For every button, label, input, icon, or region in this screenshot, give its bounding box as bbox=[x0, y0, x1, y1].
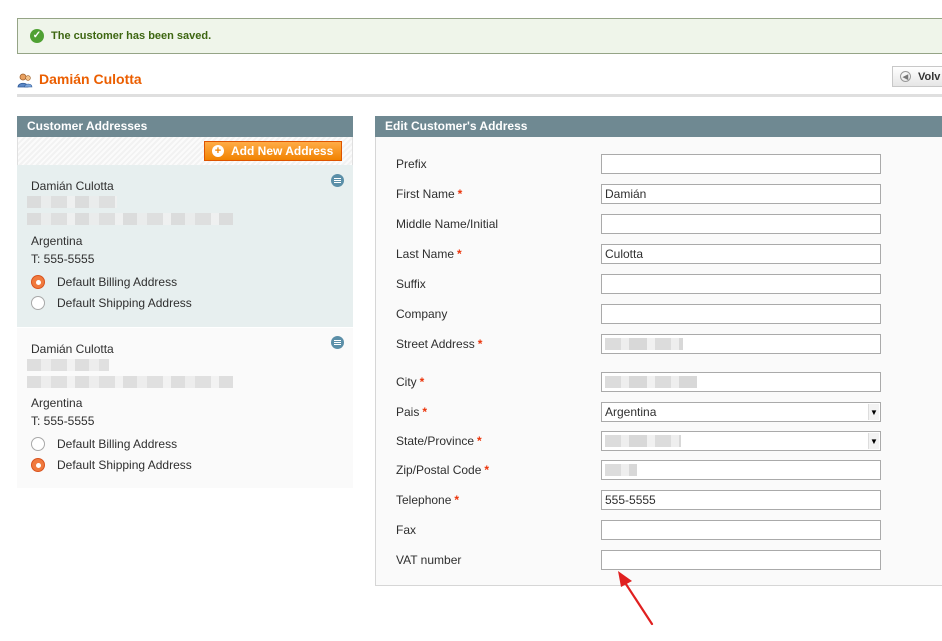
chevron-down-icon[interactable]: ▼ bbox=[868, 433, 879, 449]
street-address-input[interactable] bbox=[601, 334, 881, 354]
zip-label: Zip/Postal Code * bbox=[396, 463, 490, 477]
back-arrow-icon: ◀ bbox=[900, 71, 911, 82]
edit-address-form bbox=[375, 137, 942, 586]
address-card[interactable]: Damián Culotta Argentina T: 555-5555 Def… bbox=[17, 165, 353, 327]
page-title: Damián Culotta bbox=[39, 71, 142, 87]
address-name: Damián Culotta bbox=[31, 342, 114, 356]
redacted-street-line bbox=[27, 359, 109, 371]
default-billing-label: Default Billing Address bbox=[57, 275, 178, 289]
address-options-icon[interactable] bbox=[331, 336, 344, 349]
address-name: Damián Culotta bbox=[31, 179, 114, 193]
redacted-city-line bbox=[27, 213, 233, 225]
back-button-label: Volv bbox=[918, 70, 941, 83]
zip-input[interactable] bbox=[601, 460, 881, 480]
default-shipping-option[interactable]: Default Shipping Address bbox=[31, 296, 192, 310]
default-shipping-option[interactable]: Default Shipping Address bbox=[31, 458, 192, 472]
default-shipping-label: Default Shipping Address bbox=[57, 296, 192, 310]
redacted-street-value bbox=[605, 338, 683, 350]
fax-label: Fax bbox=[396, 523, 417, 537]
default-billing-radio[interactable] bbox=[31, 275, 45, 289]
address-phone: T: 555-5555 bbox=[31, 252, 95, 266]
country-label: Pais * bbox=[396, 405, 428, 419]
address-phone: T: 555-5555 bbox=[31, 414, 95, 428]
country-select-value: Argentina bbox=[605, 405, 657, 419]
title-divider bbox=[17, 94, 942, 97]
required-marker: * bbox=[454, 493, 460, 507]
required-marker: * bbox=[457, 247, 462, 261]
add-new-address-label: Add New Address bbox=[231, 144, 334, 158]
vat-label: VAT number bbox=[396, 553, 462, 567]
customer-addresses-header: Customer Addresses bbox=[17, 116, 353, 137]
checkmark-icon: ✓ bbox=[30, 29, 44, 43]
success-message-text: The customer has been saved. bbox=[51, 30, 212, 42]
default-billing-radio[interactable] bbox=[31, 437, 45, 451]
redacted-state-value bbox=[605, 435, 681, 447]
vat-input[interactable] bbox=[601, 550, 881, 570]
first-name-label: First Name * bbox=[396, 187, 463, 201]
edit-address-header: Edit Customer's Address bbox=[375, 116, 942, 137]
prefix-label: Prefix bbox=[396, 157, 427, 171]
company-input[interactable] bbox=[601, 304, 881, 324]
required-marker: * bbox=[419, 375, 425, 389]
prefix-input[interactable] bbox=[601, 154, 881, 174]
telephone-label: Telephone * bbox=[396, 493, 460, 507]
addresses-toolbar: + Add New Address bbox=[17, 137, 353, 165]
address-options-icon[interactable] bbox=[331, 174, 344, 187]
state-label: State/Province * bbox=[396, 434, 482, 448]
back-button[interactable]: ◀ Volv bbox=[892, 66, 942, 87]
default-billing-label: Default Billing Address bbox=[57, 437, 178, 451]
redacted-city-value bbox=[605, 376, 697, 388]
middle-name-input[interactable] bbox=[601, 214, 881, 234]
address-country: Argentina bbox=[31, 396, 83, 410]
country-select[interactable]: Argentina ▼ bbox=[601, 402, 881, 422]
street-address-label: Street Address * bbox=[396, 337, 483, 351]
city-input[interactable] bbox=[601, 372, 881, 392]
address-country: Argentina bbox=[31, 234, 83, 248]
add-new-address-button[interactable]: + Add New Address bbox=[204, 141, 342, 161]
redacted-zip-value bbox=[605, 464, 637, 476]
required-marker: * bbox=[477, 337, 483, 351]
default-shipping-radio[interactable] bbox=[31, 296, 45, 310]
fax-input[interactable] bbox=[601, 520, 881, 540]
state-select[interactable]: ▼ bbox=[601, 431, 881, 451]
suffix-label: Suffix bbox=[396, 277, 426, 291]
redacted-city-line bbox=[27, 376, 233, 388]
address-card[interactable]: Damián Culotta Argentina T: 555-5555 Def… bbox=[17, 328, 353, 488]
default-shipping-label: Default Shipping Address bbox=[57, 458, 192, 472]
first-name-input[interactable]: Damián bbox=[601, 184, 881, 204]
suffix-input[interactable] bbox=[601, 274, 881, 294]
company-label: Company bbox=[396, 307, 448, 321]
telephone-input[interactable]: 555-5555 bbox=[601, 490, 881, 510]
required-marker: * bbox=[484, 463, 490, 477]
default-shipping-radio[interactable] bbox=[31, 458, 45, 472]
required-marker: * bbox=[457, 187, 463, 201]
last-name-input[interactable]: Culotta bbox=[601, 244, 881, 264]
default-billing-option[interactable]: Default Billing Address bbox=[31, 275, 177, 289]
plus-icon: + bbox=[212, 145, 224, 157]
required-marker: * bbox=[422, 405, 428, 419]
annotation-arrow-icon bbox=[618, 571, 654, 626]
customer-icon bbox=[17, 73, 33, 88]
middle-name-label: Middle Name/Initial bbox=[396, 217, 499, 231]
required-marker: * bbox=[477, 434, 482, 448]
default-billing-option[interactable]: Default Billing Address bbox=[31, 437, 177, 451]
last-name-label: Last Name * bbox=[396, 247, 462, 261]
city-label: City * bbox=[396, 375, 425, 389]
success-message: ✓ The customer has been saved. bbox=[17, 18, 942, 54]
chevron-down-icon[interactable]: ▼ bbox=[868, 404, 879, 420]
redacted-street-line bbox=[27, 196, 117, 208]
